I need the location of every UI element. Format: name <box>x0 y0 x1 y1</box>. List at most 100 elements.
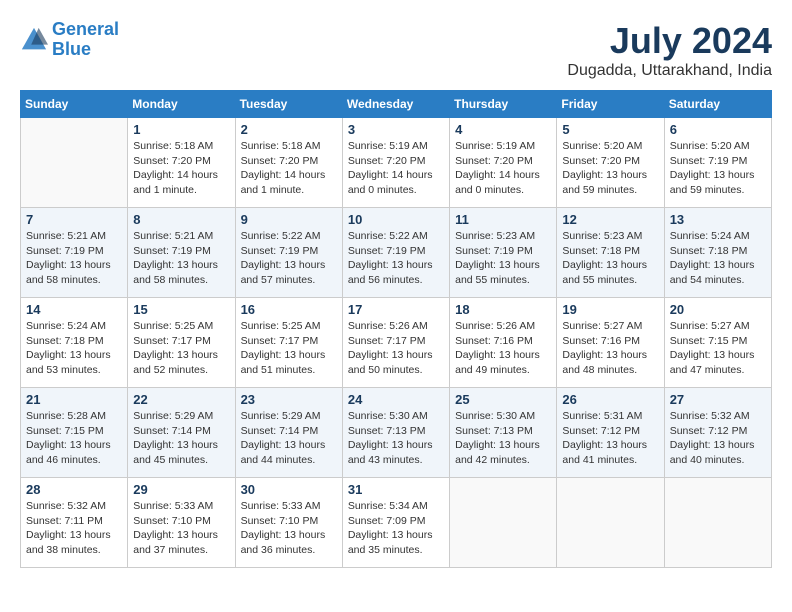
day-cell: 4 Sunrise: 5:19 AM Sunset: 7:20 PM Daylig… <box>450 118 557 208</box>
day-info: Sunrise: 5:24 AM Sunset: 7:18 PM Dayligh… <box>670 229 766 288</box>
day-cell: 23 Sunrise: 5:29 AM Sunset: 7:14 PM Dayli… <box>235 388 342 478</box>
day-info: Sunrise: 5:28 AM Sunset: 7:15 PM Dayligh… <box>26 409 122 468</box>
day-cell: 19 Sunrise: 5:27 AM Sunset: 7:16 PM Dayli… <box>557 298 664 388</box>
day-cell: 1 Sunrise: 5:18 AM Sunset: 7:20 PM Daylig… <box>128 118 235 208</box>
day-info: Sunrise: 5:26 AM Sunset: 7:16 PM Dayligh… <box>455 319 551 378</box>
day-info: Sunrise: 5:18 AM Sunset: 7:20 PM Dayligh… <box>241 139 337 198</box>
day-number: 16 <box>241 302 337 317</box>
day-info: Sunrise: 5:19 AM Sunset: 7:20 PM Dayligh… <box>455 139 551 198</box>
day-number: 8 <box>133 212 229 227</box>
header-friday: Friday <box>557 91 664 118</box>
week-row-3: 14Sunrise: 5:24 AM Sunset: 7:18 PM Dayli… <box>21 298 772 388</box>
day-number: 25 <box>455 392 551 407</box>
header-wednesday: Wednesday <box>342 91 449 118</box>
day-cell: 22Sunrise: 5:29 AM Sunset: 7:14 PM Dayli… <box>128 388 235 478</box>
day-number: 4 <box>455 122 551 137</box>
day-number: 14 <box>26 302 122 317</box>
day-cell: 7 Sunrise: 5:21 AM Sunset: 7:19 PM Daylig… <box>21 208 128 298</box>
day-cell: 20 Sunrise: 5:27 AM Sunset: 7:15 PM Dayli… <box>664 298 771 388</box>
day-number: 26 <box>562 392 658 407</box>
day-cell: 10 Sunrise: 5:22 AM Sunset: 7:19 PM Dayli… <box>342 208 449 298</box>
day-cell: 9 Sunrise: 5:22 AM Sunset: 7:19 PM Daylig… <box>235 208 342 298</box>
day-number: 6 <box>670 122 766 137</box>
day-cell: 8 Sunrise: 5:21 AM Sunset: 7:19 PM Daylig… <box>128 208 235 298</box>
day-cell <box>21 118 128 208</box>
day-number: 13 <box>670 212 766 227</box>
day-cell: 3 Sunrise: 5:19 AM Sunset: 7:20 PM Daylig… <box>342 118 449 208</box>
day-info: Sunrise: 5:30 AM Sunset: 7:13 PM Dayligh… <box>455 409 551 468</box>
logo-text: General Blue <box>52 20 119 60</box>
day-number: 3 <box>348 122 444 137</box>
day-info: Sunrise: 5:33 AM Sunset: 7:10 PM Dayligh… <box>133 499 229 558</box>
day-number: 9 <box>241 212 337 227</box>
page-header: General Blue July 2024 Dugadda, Uttarakh… <box>20 20 772 80</box>
day-number: 30 <box>241 482 337 497</box>
day-info: Sunrise: 5:27 AM Sunset: 7:16 PM Dayligh… <box>562 319 658 378</box>
day-number: 29 <box>133 482 229 497</box>
day-cell: 21 Sunrise: 5:28 AM Sunset: 7:15 PM Dayli… <box>21 388 128 478</box>
day-number: 7 <box>26 212 122 227</box>
day-cell <box>557 478 664 568</box>
day-number: 21 <box>26 392 122 407</box>
day-info: Sunrise: 5:32 AM Sunset: 7:11 PM Dayligh… <box>26 499 122 558</box>
day-info: Sunrise: 5:33 AM Sunset: 7:10 PM Dayligh… <box>241 499 337 558</box>
day-info: Sunrise: 5:27 AM Sunset: 7:15 PM Dayligh… <box>670 319 766 378</box>
day-cell: 17Sunrise: 5:26 AM Sunset: 7:17 PM Dayli… <box>342 298 449 388</box>
day-info: Sunrise: 5:31 AM Sunset: 7:12 PM Dayligh… <box>562 409 658 468</box>
day-info: Sunrise: 5:21 AM Sunset: 7:19 PM Dayligh… <box>26 229 122 288</box>
day-cell: 14Sunrise: 5:24 AM Sunset: 7:18 PM Dayli… <box>21 298 128 388</box>
day-number: 12 <box>562 212 658 227</box>
header-saturday: Saturday <box>664 91 771 118</box>
calendar-table: SundayMondayTuesdayWednesdayThursdayFrid… <box>20 90 772 568</box>
day-info: Sunrise: 5:32 AM Sunset: 7:12 PM Dayligh… <box>670 409 766 468</box>
day-number: 20 <box>670 302 766 317</box>
day-cell: 11 Sunrise: 5:23 AM Sunset: 7:19 PM Dayli… <box>450 208 557 298</box>
day-cell: 31Sunrise: 5:34 AM Sunset: 7:09 PM Dayli… <box>342 478 449 568</box>
day-number: 18 <box>455 302 551 317</box>
day-info: Sunrise: 5:30 AM Sunset: 7:13 PM Dayligh… <box>348 409 444 468</box>
day-number: 27 <box>670 392 766 407</box>
day-number: 10 <box>348 212 444 227</box>
day-info: Sunrise: 5:21 AM Sunset: 7:19 PM Dayligh… <box>133 229 229 288</box>
day-info: Sunrise: 5:23 AM Sunset: 7:19 PM Dayligh… <box>455 229 551 288</box>
day-cell: 29 Sunrise: 5:33 AM Sunset: 7:10 PM Dayli… <box>128 478 235 568</box>
week-row-5: 28 Sunrise: 5:32 AM Sunset: 7:11 PM Dayli… <box>21 478 772 568</box>
day-number: 19 <box>562 302 658 317</box>
day-cell: 28 Sunrise: 5:32 AM Sunset: 7:11 PM Dayli… <box>21 478 128 568</box>
calendar-header-row: SundayMondayTuesdayWednesdayThursdayFrid… <box>21 91 772 118</box>
month-title: July 2024 <box>567 20 772 62</box>
logo: General Blue <box>20 20 119 60</box>
day-cell: 13 Sunrise: 5:24 AM Sunset: 7:18 PM Dayli… <box>664 208 771 298</box>
day-info: Sunrise: 5:19 AM Sunset: 7:20 PM Dayligh… <box>348 139 444 198</box>
title-area: July 2024 Dugadda, Uttarakhand, India <box>567 20 772 80</box>
day-cell: 5 Sunrise: 5:20 AM Sunset: 7:20 PM Daylig… <box>557 118 664 208</box>
day-info: Sunrise: 5:25 AM Sunset: 7:17 PM Dayligh… <box>133 319 229 378</box>
day-number: 1 <box>133 122 229 137</box>
header-thursday: Thursday <box>450 91 557 118</box>
day-info: Sunrise: 5:22 AM Sunset: 7:19 PM Dayligh… <box>348 229 444 288</box>
day-number: 28 <box>26 482 122 497</box>
day-cell: 25 Sunrise: 5:30 AM Sunset: 7:13 PM Dayli… <box>450 388 557 478</box>
day-cell: 15 Sunrise: 5:25 AM Sunset: 7:17 PM Dayli… <box>128 298 235 388</box>
day-info: Sunrise: 5:26 AM Sunset: 7:17 PM Dayligh… <box>348 319 444 378</box>
day-info: Sunrise: 5:22 AM Sunset: 7:19 PM Dayligh… <box>241 229 337 288</box>
day-cell: 24 Sunrise: 5:30 AM Sunset: 7:13 PM Dayli… <box>342 388 449 478</box>
day-info: Sunrise: 5:23 AM Sunset: 7:18 PM Dayligh… <box>562 229 658 288</box>
day-number: 24 <box>348 392 444 407</box>
day-number: 2 <box>241 122 337 137</box>
day-number: 23 <box>241 392 337 407</box>
week-row-1: 1 Sunrise: 5:18 AM Sunset: 7:20 PM Daylig… <box>21 118 772 208</box>
day-info: Sunrise: 5:18 AM Sunset: 7:20 PM Dayligh… <box>133 139 229 198</box>
day-number: 15 <box>133 302 229 317</box>
day-number: 11 <box>455 212 551 227</box>
day-number: 5 <box>562 122 658 137</box>
header-tuesday: Tuesday <box>235 91 342 118</box>
day-cell: 26 Sunrise: 5:31 AM Sunset: 7:12 PM Dayli… <box>557 388 664 478</box>
day-info: Sunrise: 5:20 AM Sunset: 7:20 PM Dayligh… <box>562 139 658 198</box>
header-monday: Monday <box>128 91 235 118</box>
day-info: Sunrise: 5:29 AM Sunset: 7:14 PM Dayligh… <box>241 409 337 468</box>
day-info: Sunrise: 5:25 AM Sunset: 7:17 PM Dayligh… <box>241 319 337 378</box>
week-row-2: 7 Sunrise: 5:21 AM Sunset: 7:19 PM Daylig… <box>21 208 772 298</box>
day-info: Sunrise: 5:29 AM Sunset: 7:14 PM Dayligh… <box>133 409 229 468</box>
header-sunday: Sunday <box>21 91 128 118</box>
